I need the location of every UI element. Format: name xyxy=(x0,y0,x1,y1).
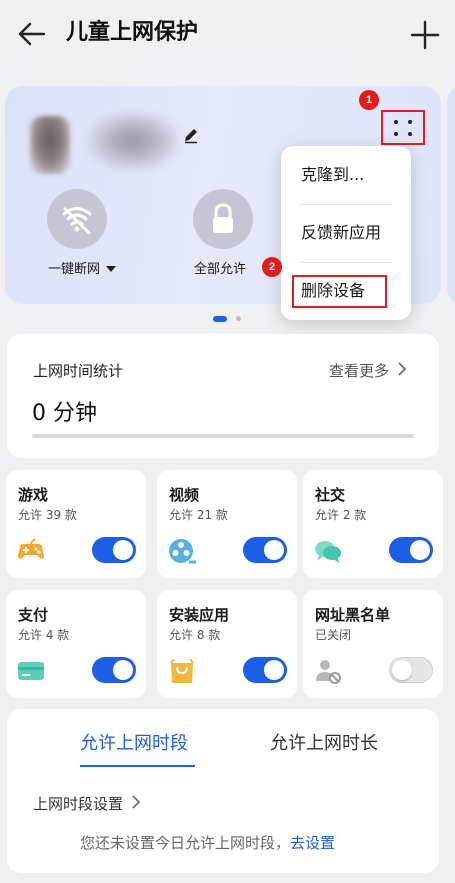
toggle-knob xyxy=(264,540,284,560)
dropdown-triangle-icon xyxy=(106,266,117,272)
more-dot xyxy=(394,120,398,124)
pager-dot-active xyxy=(213,316,227,322)
delete-device-highlight xyxy=(292,275,387,308)
add-device-button[interactable] xyxy=(408,18,442,52)
tile-name: 视频 xyxy=(169,486,200,504)
gamepad-icon xyxy=(18,539,44,559)
go-set-link[interactable]: 去设置 xyxy=(290,834,335,852)
app-tile-games[interactable]: 游戏 允许 39 款 xyxy=(6,470,146,578)
view-more-link[interactable]: 查看更多 xyxy=(329,360,407,381)
shopping-bag-icon xyxy=(170,658,194,683)
video-toggle[interactable] xyxy=(243,537,287,563)
toggle-knob xyxy=(392,660,412,680)
pager-dot xyxy=(236,316,241,321)
period-hint-text: 您还未设置今日允许上网时段， xyxy=(80,834,291,852)
device-name-blurred xyxy=(88,112,178,170)
time-limits-card: 允许上网时段 允许上网时长 上网时段设置 您还未设置今日允许上网时段，去设置 xyxy=(7,709,439,873)
install-toggle[interactable] xyxy=(243,657,287,683)
tile-name: 社交 xyxy=(315,486,346,504)
plus-icon xyxy=(410,20,440,50)
pencil-icon xyxy=(185,129,197,144)
edit-device-name-button[interactable] xyxy=(182,126,200,144)
lock-icon xyxy=(213,203,233,233)
disconnect-network-label[interactable]: 一键断网 xyxy=(48,261,117,279)
tile-name: 网址黑名单 xyxy=(315,606,391,624)
view-more-text: 查看更多 xyxy=(329,362,390,380)
payment-toggle[interactable] xyxy=(92,657,136,683)
more-dot xyxy=(408,120,412,124)
allow-all-label[interactable]: 全部允许 xyxy=(194,261,246,279)
more-dot xyxy=(408,132,412,136)
app-tile-payment[interactable]: 支付 允许 4 款 xyxy=(6,590,146,698)
games-toggle[interactable] xyxy=(92,537,136,563)
tile-name: 支付 xyxy=(18,606,49,624)
toggle-knob xyxy=(264,660,284,680)
app-tile-social[interactable]: 社交 允许 2 款 xyxy=(303,470,443,578)
arrow-left-icon xyxy=(18,22,46,46)
video-reel-icon xyxy=(169,539,196,564)
menu-divider xyxy=(301,262,393,263)
more-dot xyxy=(394,132,398,136)
disconnect-network-text: 一键断网 xyxy=(48,262,101,277)
chevron-right-icon xyxy=(398,362,406,376)
next-device-card-peek[interactable] xyxy=(447,86,455,304)
device-avatar xyxy=(30,116,70,174)
usage-stats-title: 上网时间统计 xyxy=(33,362,124,380)
allow-all-button[interactable] xyxy=(193,189,253,249)
toggle-knob xyxy=(410,540,430,560)
step-badge-2: 2 xyxy=(262,257,282,277)
usage-stats-card[interactable]: 上网时间统计 查看更多 0 分钟 xyxy=(7,334,439,458)
period-settings-text: 上网时段设置 xyxy=(33,795,124,813)
tile-count: 允许 8 款 xyxy=(169,628,221,642)
step-badge-1: 1 xyxy=(359,90,379,110)
social-toggle[interactable] xyxy=(389,537,433,563)
chat-bubbles-icon xyxy=(315,541,341,563)
tile-name: 游戏 xyxy=(18,486,49,504)
tile-count: 允许 4 款 xyxy=(18,628,70,642)
menu-divider xyxy=(301,204,393,205)
tile-count: 允许 39 款 xyxy=(18,508,77,522)
toggle-knob xyxy=(113,540,133,560)
app-header: 儿童上网保护 xyxy=(0,0,455,70)
wifi-off-icon xyxy=(62,207,92,235)
usage-progress-bar xyxy=(32,434,414,438)
usage-total-value: 0 分钟 xyxy=(32,401,97,426)
app-tile-install[interactable]: 安装应用 允许 8 款 xyxy=(157,590,297,698)
tile-count: 允许 21 款 xyxy=(169,508,228,522)
app-tile-url-blacklist[interactable]: 网址黑名单 已关闭 xyxy=(303,590,443,698)
tab-allowed-periods[interactable]: 允许上网时段 xyxy=(80,731,188,757)
back-button[interactable] xyxy=(16,18,48,50)
user-blocked-icon xyxy=(316,660,341,684)
active-tab-indicator xyxy=(80,765,195,767)
card-icon xyxy=(18,662,44,680)
toggle-knob xyxy=(113,660,133,680)
page-title: 儿童上网保护 xyxy=(66,20,199,45)
more-options-button[interactable] xyxy=(381,110,425,145)
disconnect-network-button[interactable] xyxy=(47,189,107,249)
url-blacklist-toggle[interactable] xyxy=(389,657,433,683)
tab-allowed-duration[interactable]: 允许上网时长 xyxy=(270,731,378,757)
period-settings-link[interactable]: 上网时段设置 xyxy=(33,793,141,814)
tile-count: 已关闭 xyxy=(315,628,352,642)
period-hint: 您还未设置今日允许上网时段，去设置 xyxy=(80,832,335,853)
tile-count: 允许 2 款 xyxy=(315,508,367,522)
chevron-right-icon xyxy=(132,795,140,809)
menu-item-feedback-app[interactable]: 反馈新应用 xyxy=(301,222,381,244)
app-tile-video[interactable]: 视频 允许 21 款 xyxy=(157,470,297,578)
tile-name: 安装应用 xyxy=(169,606,230,624)
menu-item-clone[interactable]: 克隆到... xyxy=(301,164,364,186)
